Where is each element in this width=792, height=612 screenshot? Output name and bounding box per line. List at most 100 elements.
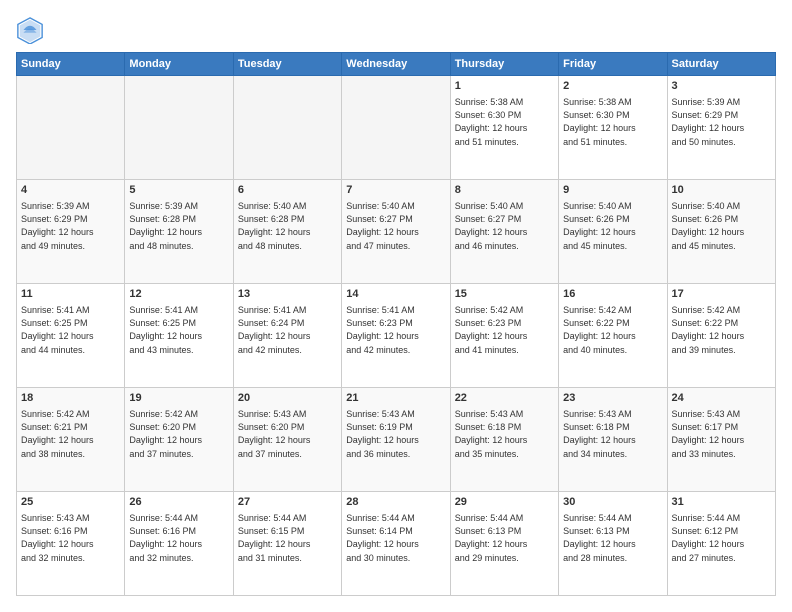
header	[16, 16, 776, 44]
calendar-cell: 24 Sunrise: 5:43 AM Sunset: 6:17 PM Dayli…	[667, 388, 775, 492]
day-info: Sunrise: 5:41 AM Sunset: 6:23 PM Dayligh…	[346, 304, 445, 356]
calendar-cell: 28 Sunrise: 5:44 AM Sunset: 6:14 PM Dayli…	[342, 492, 450, 596]
calendar-cell: 5 Sunrise: 5:39 AM Sunset: 6:28 PM Daylig…	[125, 180, 233, 284]
calendar-cell: 19Sunrise: 5:42 AM Sunset: 6:20 PM Dayli…	[125, 388, 233, 492]
calendar-cell	[125, 76, 233, 180]
day-number: 15	[455, 287, 554, 302]
day-info: Sunrise: 5:40 AM Sunset: 6:26 PM Dayligh…	[672, 200, 771, 252]
day-info: Sunrise: 5:42 AM Sunset: 6:21 PM Dayligh…	[21, 408, 120, 460]
calendar-cell: 12 Sunrise: 5:41 AM Sunset: 6:25 PM Dayli…	[125, 284, 233, 388]
day-info: Sunrise: 5:44 AM Sunset: 6:15 PM Dayligh…	[238, 512, 337, 564]
calendar-cell: 10Sunrise: 5:40 AM Sunset: 6:26 PM Dayli…	[667, 180, 775, 284]
day-info: Sunrise: 5:44 AM Sunset: 6:16 PM Dayligh…	[129, 512, 228, 564]
logo-icon	[16, 16, 44, 44]
day-info: Sunrise: 5:44 AM Sunset: 6:14 PM Dayligh…	[346, 512, 445, 564]
calendar-cell: 21 Sunrise: 5:43 AM Sunset: 6:19 PM Dayli…	[342, 388, 450, 492]
day-info: Sunrise: 5:43 AM Sunset: 6:16 PM Dayligh…	[21, 512, 120, 564]
day-header-sunday: Sunday	[17, 53, 125, 76]
calendar-cell: 25 Sunrise: 5:43 AM Sunset: 6:16 PM Dayli…	[17, 492, 125, 596]
day-number: 19	[129, 391, 228, 406]
day-info: Sunrise: 5:40 AM Sunset: 6:27 PM Dayligh…	[455, 200, 554, 252]
calendar-cell: 8 Sunrise: 5:40 AM Sunset: 6:27 PM Daylig…	[450, 180, 558, 284]
day-info: Sunrise: 5:40 AM Sunset: 6:28 PM Dayligh…	[238, 200, 337, 252]
day-info: Sunrise: 5:42 AM Sunset: 6:22 PM Dayligh…	[563, 304, 662, 356]
day-number: 9	[563, 183, 662, 198]
day-info: Sunrise: 5:40 AM Sunset: 6:27 PM Dayligh…	[346, 200, 445, 252]
day-header-tuesday: Tuesday	[233, 53, 341, 76]
calendar-cell: 31 Sunrise: 5:44 AM Sunset: 6:12 PM Dayli…	[667, 492, 775, 596]
day-header-thursday: Thursday	[450, 53, 558, 76]
day-number: 21	[346, 391, 445, 406]
day-info: Sunrise: 5:43 AM Sunset: 6:18 PM Dayligh…	[455, 408, 554, 460]
day-number: 4	[21, 183, 120, 198]
day-info: Sunrise: 5:43 AM Sunset: 6:18 PM Dayligh…	[563, 408, 662, 460]
day-number: 12	[129, 287, 228, 302]
week-row-2: 4 Sunrise: 5:39 AM Sunset: 6:29 PM Daylig…	[17, 180, 776, 284]
day-info: Sunrise: 5:41 AM Sunset: 6:25 PM Dayligh…	[21, 304, 120, 356]
day-info: Sunrise: 5:44 AM Sunset: 6:12 PM Dayligh…	[672, 512, 771, 564]
calendar-cell: 30 Sunrise: 5:44 AM Sunset: 6:13 PM Dayli…	[559, 492, 667, 596]
day-info: Sunrise: 5:39 AM Sunset: 6:29 PM Dayligh…	[21, 200, 120, 252]
calendar-cell: 22Sunrise: 5:43 AM Sunset: 6:18 PM Dayli…	[450, 388, 558, 492]
day-number: 28	[346, 495, 445, 510]
calendar-cell: 16 Sunrise: 5:42 AM Sunset: 6:22 PM Dayli…	[559, 284, 667, 388]
calendar-cell: 17 Sunrise: 5:42 AM Sunset: 6:22 PM Dayli…	[667, 284, 775, 388]
calendar-table: SundayMondayTuesdayWednesdayThursdayFrid…	[16, 52, 776, 596]
day-info: Sunrise: 5:41 AM Sunset: 6:24 PM Dayligh…	[238, 304, 337, 356]
calendar-cell: 18 Sunrise: 5:42 AM Sunset: 6:21 PM Dayli…	[17, 388, 125, 492]
day-header-monday: Monday	[125, 53, 233, 76]
day-number: 13	[238, 287, 337, 302]
day-header-wednesday: Wednesday	[342, 53, 450, 76]
calendar-cell: 29Sunrise: 5:44 AM Sunset: 6:13 PM Dayli…	[450, 492, 558, 596]
day-number: 3	[672, 79, 771, 94]
day-number: 17	[672, 287, 771, 302]
calendar-cell: 3 Sunrise: 5:39 AM Sunset: 6:29 PM Daylig…	[667, 76, 775, 180]
day-header-saturday: Saturday	[667, 53, 775, 76]
day-info: Sunrise: 5:43 AM Sunset: 6:17 PM Dayligh…	[672, 408, 771, 460]
calendar-cell: 6 Sunrise: 5:40 AM Sunset: 6:28 PM Daylig…	[233, 180, 341, 284]
calendar-cell: 11Sunrise: 5:41 AM Sunset: 6:25 PM Dayli…	[17, 284, 125, 388]
calendar-cell	[233, 76, 341, 180]
day-info: Sunrise: 5:42 AM Sunset: 6:23 PM Dayligh…	[455, 304, 554, 356]
day-number: 27	[238, 495, 337, 510]
week-row-1: 1 Sunrise: 5:38 AM Sunset: 6:30 PM Daylig…	[17, 76, 776, 180]
calendar-cell: 26 Sunrise: 5:44 AM Sunset: 6:16 PM Dayli…	[125, 492, 233, 596]
calendar-cell: 4 Sunrise: 5:39 AM Sunset: 6:29 PM Daylig…	[17, 180, 125, 284]
calendar-cell: 7Sunrise: 5:40 AM Sunset: 6:27 PM Daylig…	[342, 180, 450, 284]
day-number: 5	[129, 183, 228, 198]
day-number: 24	[672, 391, 771, 406]
day-number: 26	[129, 495, 228, 510]
day-number: 30	[563, 495, 662, 510]
calendar-cell: 20Sunrise: 5:43 AM Sunset: 6:20 PM Dayli…	[233, 388, 341, 492]
calendar-cell: 2Sunrise: 5:38 AM Sunset: 6:30 PM Daylig…	[559, 76, 667, 180]
day-info: Sunrise: 5:42 AM Sunset: 6:22 PM Dayligh…	[672, 304, 771, 356]
day-number: 16	[563, 287, 662, 302]
calendar-cell: 14 Sunrise: 5:41 AM Sunset: 6:23 PM Dayli…	[342, 284, 450, 388]
day-number: 18	[21, 391, 120, 406]
day-number: 25	[21, 495, 120, 510]
day-info: Sunrise: 5:44 AM Sunset: 6:13 PM Dayligh…	[455, 512, 554, 564]
day-info: Sunrise: 5:39 AM Sunset: 6:29 PM Dayligh…	[672, 96, 771, 148]
calendar-header-row: SundayMondayTuesdayWednesdayThursdayFrid…	[17, 53, 776, 76]
day-number: 14	[346, 287, 445, 302]
day-info: Sunrise: 5:39 AM Sunset: 6:28 PM Dayligh…	[129, 200, 228, 252]
day-header-friday: Friday	[559, 53, 667, 76]
day-number: 2	[563, 79, 662, 94]
calendar-cell: 13 Sunrise: 5:41 AM Sunset: 6:24 PM Dayli…	[233, 284, 341, 388]
week-row-5: 25 Sunrise: 5:43 AM Sunset: 6:16 PM Dayli…	[17, 492, 776, 596]
day-info: Sunrise: 5:38 AM Sunset: 6:30 PM Dayligh…	[455, 96, 554, 148]
calendar-cell: 1 Sunrise: 5:38 AM Sunset: 6:30 PM Daylig…	[450, 76, 558, 180]
calendar-cell: 15 Sunrise: 5:42 AM Sunset: 6:23 PM Dayli…	[450, 284, 558, 388]
day-number: 23	[563, 391, 662, 406]
day-info: Sunrise: 5:43 AM Sunset: 6:20 PM Dayligh…	[238, 408, 337, 460]
day-info: Sunrise: 5:44 AM Sunset: 6:13 PM Dayligh…	[563, 512, 662, 564]
day-number: 8	[455, 183, 554, 198]
day-info: Sunrise: 5:41 AM Sunset: 6:25 PM Dayligh…	[129, 304, 228, 356]
day-info: Sunrise: 5:43 AM Sunset: 6:19 PM Dayligh…	[346, 408, 445, 460]
day-number: 1	[455, 79, 554, 94]
day-number: 6	[238, 183, 337, 198]
day-number: 31	[672, 495, 771, 510]
page: SundayMondayTuesdayWednesdayThursdayFrid…	[0, 0, 792, 612]
week-row-4: 18 Sunrise: 5:42 AM Sunset: 6:21 PM Dayli…	[17, 388, 776, 492]
day-info: Sunrise: 5:40 AM Sunset: 6:26 PM Dayligh…	[563, 200, 662, 252]
